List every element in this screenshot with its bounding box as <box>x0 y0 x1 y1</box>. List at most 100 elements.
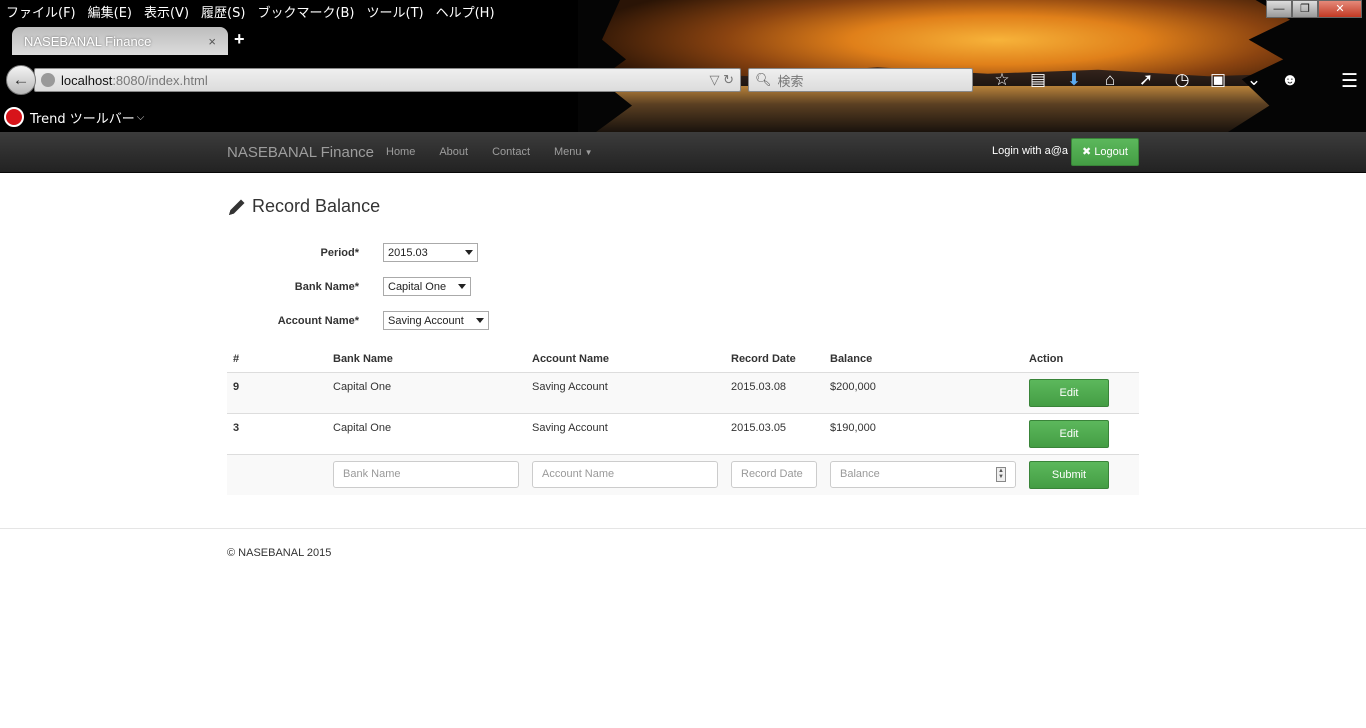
account-value: Saving Account <box>388 314 464 327</box>
header-date: Record Date <box>731 353 796 365</box>
send-icon[interactable]: ➚ <box>1128 70 1164 90</box>
account-name-input[interactable]: Account Name <box>532 461 718 488</box>
trend-logo-icon <box>4 107 24 127</box>
new-account-cell: Account Name <box>526 455 725 495</box>
edit-button[interactable]: Edit <box>1029 379 1109 407</box>
maximize-button[interactable]: ❐ <box>1292 0 1318 18</box>
close-icon: ✖ <box>1082 146 1092 158</box>
window-controls: — ❐ ✕ <box>1266 0 1362 18</box>
nav-contact[interactable]: Contact <box>492 146 530 158</box>
chevron-down-icon <box>465 250 473 255</box>
balance-input[interactable]: Balance ▲ ▼ <box>830 461 1016 488</box>
table-row: 3 Capital One Saving Account 2015.03.05 … <box>227 414 1139 455</box>
menu-edit[interactable]: 編集(E) <box>82 2 138 21</box>
menu-tools[interactable]: ツール(T) <box>361 2 430 21</box>
new-row-id <box>227 455 327 495</box>
new-record-row: Bank Name Account Name Record Date Balan… <box>227 455 1139 495</box>
bookmark-star-icon[interactable]: ☆ <box>984 70 1020 90</box>
balance-placeholder: Balance <box>840 468 880 480</box>
nav-about[interactable]: About <box>439 146 468 158</box>
period-select[interactable]: 2015.03 <box>383 243 478 262</box>
bank-value: Capital One <box>388 280 447 293</box>
row-balance: $190,000 <box>830 422 876 434</box>
page-title: Record Balance <box>252 196 381 216</box>
nav-menu-label: Menu <box>554 146 582 158</box>
chevron-down-icon <box>458 284 466 289</box>
new-bank-cell: Bank Name <box>327 455 526 495</box>
row-balance: $200,000 <box>830 381 876 393</box>
addon-icon[interactable]: ▣ <box>1200 70 1236 90</box>
logout-button[interactable]: ✖ Logout <box>1071 138 1139 166</box>
download-icon[interactable]: ⬇ <box>1056 70 1092 90</box>
nav-links: Home About Contact Menu ▼ <box>386 146 617 158</box>
row-bank: Capital One <box>333 422 392 434</box>
search-placeholder: 検索 <box>777 73 804 89</box>
bank-name-input[interactable]: Bank Name <box>333 461 519 488</box>
bank-select[interactable]: Capital One <box>383 277 471 296</box>
row-account: Saving Account <box>532 422 608 434</box>
browser-tab[interactable]: NASEBANAL Finance × <box>12 27 228 55</box>
account-select[interactable]: Saving Account <box>383 311 489 330</box>
menu-file[interactable]: ファイル(F) <box>0 2 82 21</box>
trend-chevron-icon: ⌵ <box>136 111 145 123</box>
header-action: Action <box>1029 353 1064 365</box>
new-date-cell: Record Date <box>725 455 824 495</box>
url-host: localhost <box>61 72 113 88</box>
close-window-button[interactable]: ✕ <box>1318 0 1362 18</box>
account-label: Account Name* <box>277 314 359 327</box>
row-id: 9 <box>233 381 240 393</box>
trend-toolbar[interactable]: Trend ツールバー ⌵ <box>0 104 144 130</box>
header-balance: Balance <box>830 353 873 365</box>
spinner-icon[interactable]: ▲ ▼ <box>996 467 1006 482</box>
row-bank: Capital One <box>333 381 392 393</box>
reload-icon[interactable]: ▽ ↻ <box>709 72 734 88</box>
new-balance-cell: Balance ▲ ▼ <box>824 455 1023 495</box>
balance-table: # Bank Name Account Name Record Date Bal… <box>227 346 1139 495</box>
edit-button[interactable]: Edit <box>1029 420 1109 448</box>
table-row: 9 Capital One Saving Account 2015.03.08 … <box>227 373 1139 414</box>
url-path: :8080/index.html <box>112 72 208 88</box>
browser-menubar: ファイル(F) 編集(E) 表示(V) 履歴(S) ブックマーク(B) ツール(… <box>0 0 501 22</box>
submit-button[interactable]: Submit <box>1029 461 1109 489</box>
menu-help[interactable]: ヘルプ(H) <box>430 2 501 21</box>
submit-cell: Submit <box>1023 455 1139 495</box>
globe-icon <box>41 73 55 87</box>
row-date: 2015.03.05 <box>731 422 787 434</box>
period-row: Period* 2015.03 <box>227 243 478 262</box>
record-date-input[interactable]: Record Date <box>731 461 817 488</box>
search-input[interactable]: 🔍︎ 検索 <box>748 68 973 92</box>
footer-copyright: © NASEBANAL 2015 <box>227 547 332 559</box>
nav-menu-dropdown[interactable]: Menu ▼ <box>554 146 593 158</box>
header-id: # <box>233 353 240 365</box>
page-heading: Record Balance <box>227 196 380 217</box>
row-action: Edit <box>1023 373 1139 413</box>
menu-history[interactable]: 履歴(S) <box>195 2 251 21</box>
home-icon[interactable]: ⌂ <box>1092 70 1128 90</box>
clock-icon[interactable]: ◷ <box>1164 70 1200 90</box>
addon-dropdown-icon[interactable]: ⌄ <box>1236 70 1272 90</box>
logout-label: Logout <box>1094 146 1128 158</box>
caret-down-icon: ▼ <box>584 148 593 157</box>
url-bar[interactable]: localhost :8080/index.html ▽ ↻ <box>34 68 741 92</box>
bank-row: Bank Name* Capital One <box>227 277 471 296</box>
header-bank: Bank Name <box>333 353 393 365</box>
brand-link[interactable]: NASEBANAL Finance <box>227 144 374 161</box>
period-label: Period* <box>320 246 359 259</box>
hamburger-menu-icon[interactable]: ☰ <box>1341 70 1358 93</box>
new-tab-button[interactable]: + <box>234 29 245 50</box>
bank-label: Bank Name* <box>294 280 359 293</box>
footer-divider <box>0 528 1366 529</box>
row-action: Edit <box>1023 414 1139 454</box>
tab-close-icon[interactable]: × <box>208 34 216 49</box>
nav-home[interactable]: Home <box>386 146 415 158</box>
browser-chrome: ファイル(F) 編集(E) 表示(V) 履歴(S) ブックマーク(B) ツール(… <box>0 0 1366 132</box>
menu-bookmarks[interactable]: ブックマーク(B) <box>251 2 360 21</box>
smiley-icon[interactable]: ☻ <box>1272 70 1308 90</box>
account-row: Account Name* Saving Account <box>227 311 489 330</box>
login-status: Login with a@a <box>992 145 1068 157</box>
back-button[interactable]: ← <box>6 65 36 95</box>
menu-view[interactable]: 表示(V) <box>138 2 195 21</box>
trend-toolbar-label: Trend ツールバー <box>30 111 135 127</box>
bookmarks-list-icon[interactable]: ▤ <box>1020 70 1056 90</box>
minimize-button[interactable]: — <box>1266 0 1292 18</box>
